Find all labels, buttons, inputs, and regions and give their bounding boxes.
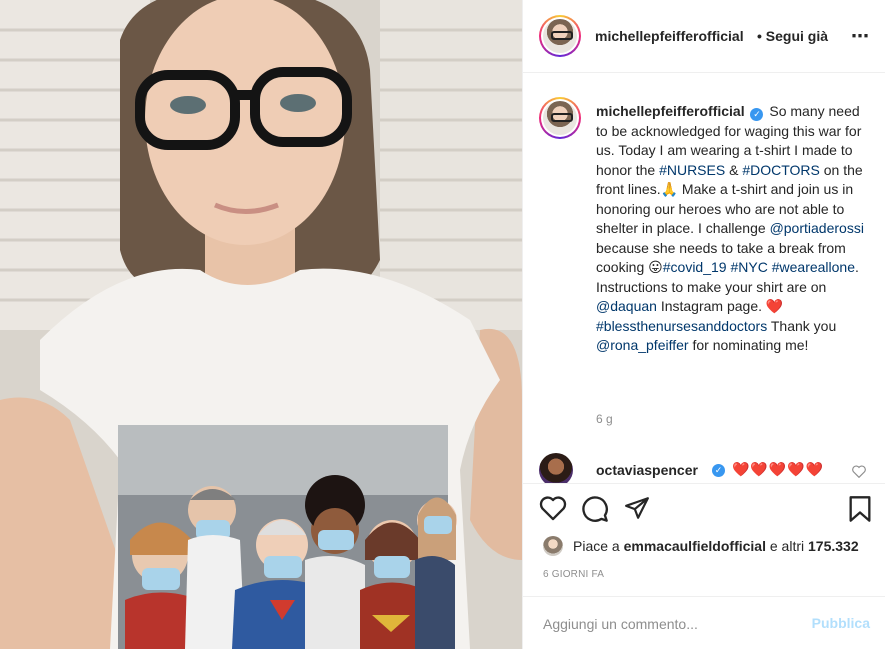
post-date[interactable]: 6 GIORNI FA (543, 569, 604, 580)
likes-suffix: e altri (765, 538, 808, 554)
likes-prefix: Piace a (573, 538, 624, 554)
caption-author-avatar[interactable] (539, 97, 581, 139)
hashtag-nyc[interactable]: #NYC (730, 259, 767, 275)
caption-text: michellepfeifferofficial ✓ So many need … (596, 102, 866, 356)
liker-username[interactable]: emmacaulfieldofficial (624, 538, 766, 554)
likes-text[interactable]: Piace a emmacaulfieldofficial e altri 17… (573, 538, 859, 554)
caption-segment: for nominating me! (688, 337, 809, 353)
author-username[interactable]: michellepfeifferofficial (595, 28, 744, 44)
comment-input[interactable]: Aggiungi un commento... (543, 616, 698, 632)
bookmark-icon[interactable] (848, 495, 872, 523)
heart-icon[interactable] (539, 495, 567, 521)
hashtag-weareallone[interactable]: #weareallone (772, 259, 855, 275)
post-header: michellepfeifferofficial • Segui già ⋯ (523, 0, 885, 73)
caption-segment: Instagram page. ❤️ (656, 298, 784, 314)
commenter-username[interactable]: octaviaspencer (596, 462, 698, 478)
share-icon[interactable] (623, 495, 651, 521)
more-options-icon[interactable]: ⋯ (851, 26, 870, 47)
likes-count[interactable]: 175.332 (808, 538, 859, 554)
hashtag-blessthenursesanddoctors[interactable]: #blessthenursesanddoctors (596, 318, 767, 334)
caption-username[interactable]: michellepfeifferofficial (596, 103, 745, 119)
comment-item: octaviaspencer ✓ ❤️❤️❤️❤️❤️ (539, 453, 874, 483)
caption-timestamp[interactable]: 6 g (596, 412, 613, 426)
comment-like-heart-icon[interactable] (852, 465, 866, 478)
instagram-post: michellepfeifferofficial • Segui già ⋯ m… (0, 0, 885, 649)
mention-portiaderossi[interactable]: @portiaderossi (770, 220, 864, 236)
post-actions: Piace a emmacaulfieldofficial e altri 17… (523, 483, 885, 649)
post-photo[interactable] (0, 0, 522, 649)
caption-segment: & (725, 161, 743, 178)
publish-button[interactable]: Pubblica (812, 615, 870, 631)
caption-area: michellepfeifferofficial ✓ So many need … (523, 73, 885, 483)
commenter-avatar[interactable] (539, 453, 573, 483)
hashtag-covid19[interactable]: #covid_19 (663, 259, 727, 275)
liker-avatar[interactable] (543, 536, 563, 556)
comment-text: ❤️❤️❤️❤️❤️ (732, 461, 825, 477)
selfie-image (0, 0, 522, 649)
verified-badge-icon: ✓ (750, 108, 764, 121)
author-avatar[interactable] (539, 15, 581, 57)
add-comment-bar: Aggiungi un commento... Pubblica (523, 596, 885, 649)
comment-icon[interactable] (581, 495, 609, 523)
hashtag-doctors[interactable]: #DOCTORS (742, 162, 820, 178)
caption-segment: Thank you (767, 317, 837, 334)
follow-status-button[interactable]: • Segui già (757, 28, 828, 44)
post-side-panel: michellepfeifferofficial • Segui già ⋯ m… (522, 0, 885, 649)
mention-daquan[interactable]: @daquan (596, 298, 657, 314)
hashtag-nurses[interactable]: #NURSES (659, 162, 725, 178)
verified-badge-icon: ✓ (712, 464, 725, 477)
mention-rona-pfeiffer[interactable]: @rona_pfeiffer (596, 337, 689, 353)
